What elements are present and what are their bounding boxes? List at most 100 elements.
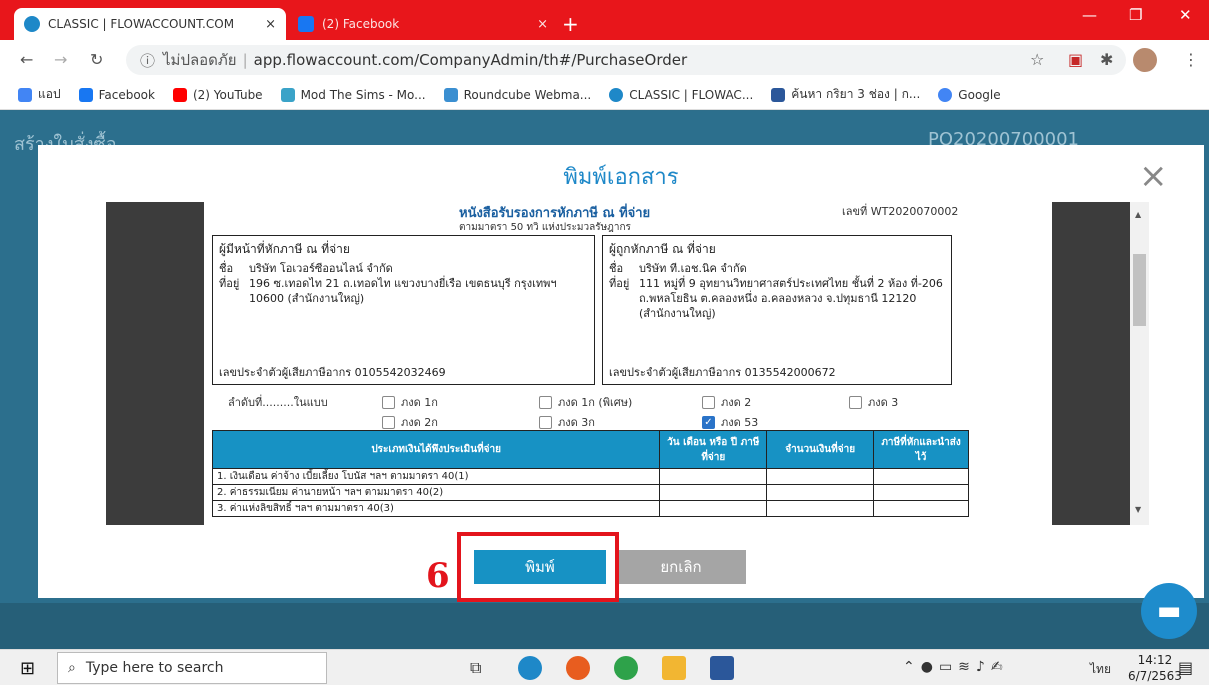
minimize-button[interactable]: — — [1082, 6, 1097, 24]
table-row: 1. เงินเดือน ค่าจ้าง เบี้ยเลี้ยง โบนัส ฯ… — [211, 468, 969, 485]
close-tab-icon[interactable]: × — [537, 17, 548, 32]
bookmark-youtube[interactable]: (2) YouTube — [172, 87, 263, 102]
form-checkbox-checked[interactable]: ✓ ภงด 53 — [702, 413, 758, 431]
search-input[interactable]: ⌕ Type here to search — [57, 652, 327, 684]
close-window-button[interactable]: ✕ — [1179, 6, 1192, 24]
tab-title: CLASSIC | FLOWACCOUNT.COM — [48, 17, 235, 31]
browser-toolbar: ← → ↻ ⓘ ไม่ปลอดภัย | app.flowaccount.com… — [0, 40, 1209, 80]
payer-address: 196 ซ.เทอดไท 21 ถ.เทอดไท แขวงบางยี่เรือ … — [249, 277, 557, 305]
preview-scrollbar[interactable]: ▲ ▼ — [1130, 202, 1149, 525]
word-icon[interactable] — [710, 656, 734, 680]
bookmark-facebook[interactable]: Facebook — [78, 87, 155, 102]
cancel-button[interactable]: ยกเลิก — [616, 550, 746, 584]
youtube-icon — [172, 87, 187, 102]
address-bar[interactable]: ⓘ ไม่ปลอดภัย | app.flowaccount.com/Compa… — [126, 45, 1126, 75]
forward-icon[interactable]: → — [54, 50, 67, 69]
bookmark-word[interactable]: ค้นหา กริยา 3 ช่อง | ก... — [771, 85, 920, 104]
close-tab-icon[interactable]: × — [265, 17, 276, 32]
document-preview[interactable]: หนังสือรับรองการหักภาษี ณ ที่จ่าย ตามมาต… — [106, 202, 1149, 525]
bookmark-apps[interactable]: แอป — [18, 85, 61, 104]
chrome-icon[interactable] — [614, 656, 638, 680]
payer-tax-id: เลขประจำตัวผู้เสียภาษีอากร 0105542032469 — [219, 366, 446, 379]
form-checkbox[interactable]: ภงด 3 — [849, 393, 898, 411]
column-header: ภาษีที่หักและนำส่งไว้ — [873, 430, 969, 469]
url-text: app.flowaccount.com/CompanyAdmin/th#/Pur… — [253, 51, 688, 69]
taskbar: ⊞ ⌕ Type here to search ⧉ ⌃●▭≋♪✍ ไทย 14:… — [0, 649, 1209, 685]
avatar[interactable] — [1133, 48, 1157, 72]
checkbox-icon — [539, 395, 552, 409]
payer-box: ผู้มีหน้าที่หักภาษี ณ ที่จ่าย ชื่อ บริษัท… — [212, 235, 595, 385]
notification-icon[interactable]: ▤ — [1178, 658, 1193, 677]
doc-subtitle: ตามมาตรา 50 ทวิ แห่งประมวลรัษฎากร — [459, 222, 631, 233]
bookmark-flowaccount[interactable]: CLASSIC | FLOWAC... — [609, 87, 753, 102]
word-icon — [771, 87, 786, 102]
puzzle-icon[interactable]: ✱ — [1100, 50, 1113, 69]
tab-flowaccount[interactable]: CLASSIC | FLOWACCOUNT.COM × — [14, 8, 286, 40]
facebook-icon — [78, 87, 93, 102]
payee-tax-id: เลขประจำตัวผู้เสียภาษีอากร 0135542000672 — [609, 366, 836, 379]
roundcube-icon — [443, 87, 458, 102]
flowaccount-icon — [24, 16, 40, 32]
scroll-down-icon[interactable]: ▼ — [1135, 505, 1141, 514]
table-row: 3. ค่าแห่งลิขสิทธิ์ ฯลฯ ตามมาตรา 40(3) — [211, 500, 969, 517]
maximize-button[interactable]: ❐ — [1129, 6, 1142, 24]
preview-page: หนังสือรับรองการหักภาษี ณ ที่จ่าย ตามมาต… — [204, 202, 1052, 525]
form-checkbox[interactable]: ภงด 1ก — [382, 393, 438, 411]
chat-icon[interactable]: ▬ — [1141, 583, 1197, 639]
reload-icon[interactable]: ↻ — [90, 50, 103, 69]
clock[interactable]: 14:12 6/7/2563 — [1128, 652, 1182, 684]
income-table: ประเภทเงินได้พึงประเมินที่จ่าย วัน เดือน… — [211, 430, 969, 517]
menu-icon[interactable]: ⋮ — [1183, 50, 1199, 69]
info-icon[interactable]: ⓘ — [140, 50, 155, 71]
bottom-bar — [0, 603, 1209, 649]
checkbox-icon — [382, 415, 395, 429]
task-view-icon[interactable]: ⧉ — [470, 658, 481, 678]
form-checkbox[interactable]: ภงด 1ก (พิเศษ) — [539, 393, 632, 411]
column-header: จำนวนเงินที่จ่าย — [766, 430, 875, 469]
checkbox-icon — [702, 395, 715, 409]
bookmark-modthesims[interactable]: Mod The Sims - Mo... — [280, 87, 426, 102]
sequence-label: ลำดับที่.........ในแบบ — [228, 396, 328, 409]
edge-icon[interactable] — [518, 656, 542, 680]
extension-icon[interactable]: ▣ — [1068, 50, 1083, 69]
bookmark-roundcube[interactable]: Roundcube Webma... — [443, 87, 591, 102]
system-tray-icons[interactable]: ⌃●▭≋♪✍ — [903, 659, 1009, 675]
checkbox-icon — [539, 415, 552, 429]
print-dialog: พิมพ์เอกสาร × หนังสือรับรองการหักภาษี ณ … — [38, 145, 1204, 598]
dialog-title: พิมพ์เอกสาร — [563, 165, 679, 190]
tab-strip: CLASSIC | FLOWACCOUNT.COM × (2) Facebook… — [0, 0, 1209, 40]
payee-heading: ผู้ถูกหักภาษี ณ ที่จ่าย — [609, 242, 716, 256]
payer-heading: ผู้มีหน้าที่หักภาษี ณ ที่จ่าย — [219, 242, 350, 256]
new-tab-button[interactable]: + — [562, 12, 579, 36]
close-icon[interactable]: × — [1139, 159, 1168, 193]
bookmark-google[interactable]: Google — [938, 87, 1001, 102]
table-row: 2. ค่าธรรมเนียม ค่านายหน้า ฯลฯ ตามมาตรา … — [211, 484, 969, 501]
form-checkbox[interactable]: ภงด 2 — [702, 393, 751, 411]
payer-name: บริษัท โอเวอร์ซีออนไลน์ จำกัด — [249, 262, 393, 275]
file-explorer-icon[interactable] — [662, 656, 686, 680]
payee-name: บริษัท ที.เอช.นิค จำกัด — [639, 262, 747, 275]
search-icon: ⌕ — [68, 660, 76, 676]
firefox-icon[interactable] — [566, 656, 590, 680]
payee-address: 111 หมู่ที่ 9 อุทยานวิทยาศาสตร์ประเทศไทย… — [639, 277, 943, 320]
checkbox-icon — [849, 395, 862, 409]
checkmark-icon: ✓ — [702, 415, 715, 429]
language-indicator[interactable]: ไทย — [1090, 660, 1111, 679]
step-number: 6 — [426, 556, 450, 596]
form-checkbox[interactable]: ภงด 2ก — [382, 413, 438, 431]
checkbox-icon — [382, 395, 395, 409]
tab-facebook[interactable]: (2) Facebook × — [288, 8, 558, 40]
form-checkbox[interactable]: ภงด 3ก — [539, 413, 595, 431]
tab-title: (2) Facebook — [322, 17, 400, 31]
bookmarks-bar: แอป Facebook (2) YouTube Mod The Sims - … — [0, 80, 1209, 110]
scroll-thumb[interactable] — [1133, 254, 1146, 326]
back-icon[interactable]: ← — [20, 50, 33, 69]
windows-icon[interactable]: ⊞ — [20, 658, 35, 679]
google-icon — [938, 87, 953, 102]
apps-icon — [18, 87, 32, 102]
star-icon[interactable]: ☆ — [1030, 50, 1044, 69]
modthesims-icon — [280, 87, 295, 102]
column-header: วัน เดือน หรือ ปี ภาษีที่จ่าย — [659, 430, 768, 469]
scroll-up-icon[interactable]: ▲ — [1135, 210, 1141, 219]
doc-number: เลขที่ WT2020070002 — [842, 205, 959, 218]
